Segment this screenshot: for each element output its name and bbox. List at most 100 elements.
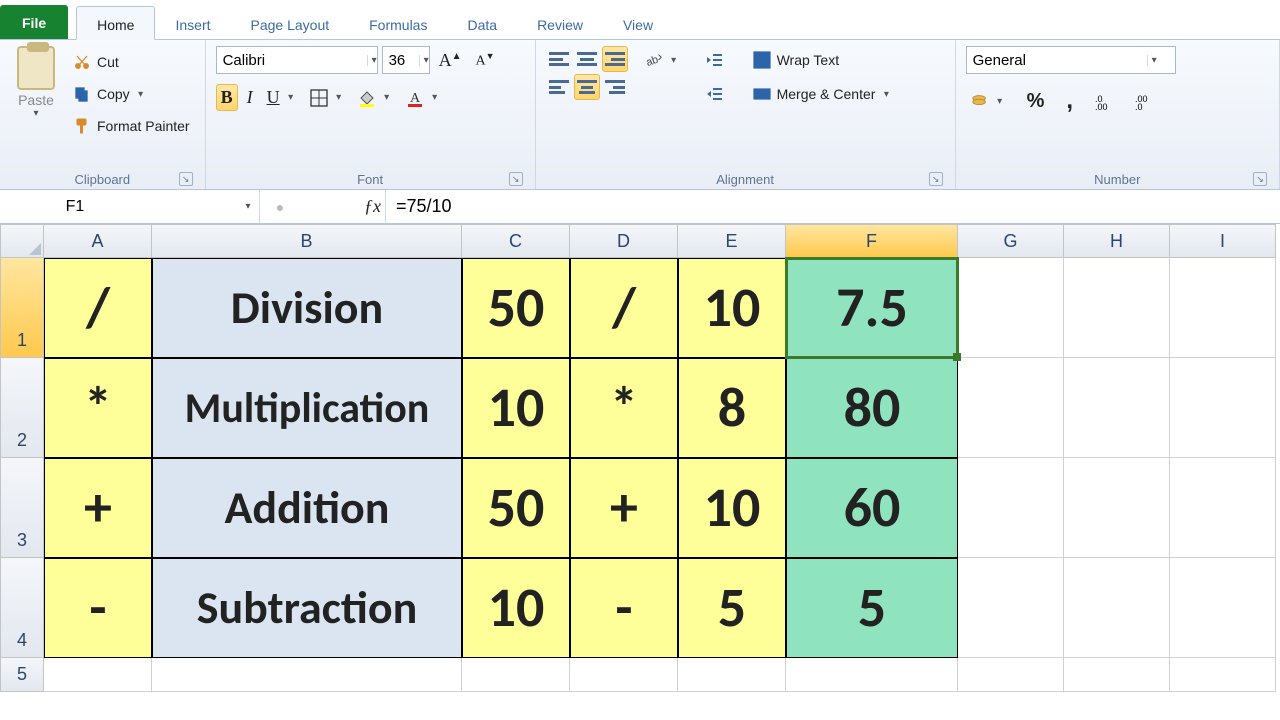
cell-i2[interactable]	[1170, 358, 1276, 458]
cell-i1[interactable]	[1170, 258, 1276, 358]
cell-a1[interactable]: /	[44, 258, 152, 358]
number-format-combo[interactable]: ▾	[966, 46, 1176, 74]
comma-style-button[interactable]: ,	[1061, 84, 1078, 118]
formula-input[interactable]	[386, 190, 1280, 223]
chevron-down-icon[interactable]: ▾	[334, 92, 344, 103]
chevron-down-icon[interactable]: ▾	[31, 108, 41, 119]
cell-i5[interactable]	[1170, 658, 1276, 692]
cell-f3[interactable]: 60	[786, 458, 958, 558]
cell-c5[interactable]	[462, 658, 570, 692]
col-header-i[interactable]: I	[1170, 224, 1276, 258]
col-header-e[interactable]: E	[678, 224, 786, 258]
name-box[interactable]: ▾	[0, 190, 260, 223]
borders-button[interactable]: ▾	[305, 86, 349, 110]
cell-d4[interactable]: -	[570, 558, 678, 658]
col-header-b[interactable]: B	[152, 224, 462, 258]
cell-b1[interactable]: Division	[152, 258, 462, 358]
cell-g2[interactable]	[958, 358, 1064, 458]
cell-e3[interactable]: 10	[678, 458, 786, 558]
align-center-button[interactable]	[574, 74, 600, 100]
align-middle-button[interactable]	[574, 46, 600, 72]
cell-a5[interactable]	[44, 658, 152, 692]
tab-home[interactable]: Home	[76, 6, 155, 40]
col-header-h[interactable]: H	[1064, 224, 1170, 258]
cell-c1[interactable]: 50	[462, 258, 570, 358]
wrap-text-button[interactable]: abcWrap Text	[748, 48, 897, 72]
cell-c3[interactable]: 50	[462, 458, 570, 558]
chevron-down-icon[interactable]: ▾	[995, 96, 1005, 107]
chevron-down-icon[interactable]: ▾	[286, 92, 296, 103]
col-header-g[interactable]: G	[958, 224, 1064, 258]
cell-b3[interactable]: Addition	[152, 458, 462, 558]
bold-button[interactable]: B	[216, 84, 238, 111]
row-header-5[interactable]: 5	[0, 658, 44, 692]
increase-indent-button[interactable]	[700, 82, 728, 106]
col-header-a[interactable]: A	[44, 224, 152, 258]
format-painter-button[interactable]: Format Painter	[68, 114, 195, 138]
align-right-button[interactable]	[602, 74, 628, 100]
chevron-down-icon[interactable]: ▾	[669, 55, 679, 66]
cell-c2[interactable]: 10	[462, 358, 570, 458]
tab-formulas[interactable]: Formulas	[349, 7, 447, 39]
cell-a3[interactable]: +	[44, 458, 152, 558]
tab-view[interactable]: View	[603, 7, 673, 39]
cell-g3[interactable]	[958, 458, 1064, 558]
dialog-launcher-icon[interactable]: ↘	[179, 172, 193, 186]
cell-h2[interactable]	[1064, 358, 1170, 458]
chevron-down-icon[interactable]: ▾	[430, 92, 440, 103]
dialog-launcher-icon[interactable]: ↘	[509, 172, 523, 186]
cell-b2[interactable]: Multiplication	[152, 358, 462, 458]
tab-insert[interactable]: Insert	[155, 7, 230, 39]
cell-f4[interactable]: 5	[786, 558, 958, 658]
chevron-down-icon[interactable]: ▾	[382, 92, 392, 103]
tab-file[interactable]: File	[0, 5, 68, 39]
cell-i4[interactable]	[1170, 558, 1276, 658]
decrease-indent-button[interactable]	[700, 48, 728, 72]
cell-d3[interactable]: +	[570, 458, 678, 558]
chevron-down-icon[interactable]: ▾	[136, 89, 146, 100]
cell-h4[interactable]	[1064, 558, 1170, 658]
chevron-down-icon[interactable]: ▾	[367, 55, 377, 66]
cell-d5[interactable]	[570, 658, 678, 692]
col-header-d[interactable]: D	[570, 224, 678, 258]
italic-button[interactable]: I	[242, 84, 258, 111]
row-header-3[interactable]: 3	[0, 458, 44, 558]
fill-color-button[interactable]: ▾	[353, 86, 397, 110]
cell-e4[interactable]: 5	[678, 558, 786, 658]
cell-d2[interactable]: *	[570, 358, 678, 458]
row-header-4[interactable]: 4	[0, 558, 44, 658]
select-all-corner[interactable]	[0, 224, 44, 258]
font-size-combo[interactable]: ▾	[382, 46, 430, 74]
cell-h3[interactable]	[1064, 458, 1170, 558]
chevron-down-icon[interactable]: ▾	[243, 201, 253, 212]
cell-g5[interactable]	[958, 658, 1064, 692]
copy-button[interactable]: Copy ▾	[68, 82, 195, 106]
merge-center-button[interactable]: Merge & Center▾	[748, 82, 897, 106]
grow-font-button[interactable]: A▲	[434, 47, 467, 74]
dialog-launcher-icon[interactable]: ↘	[1253, 172, 1267, 186]
cell-e2[interactable]: 8	[678, 358, 786, 458]
cell-e1[interactable]: 10	[678, 258, 786, 358]
cell-h1[interactable]	[1064, 258, 1170, 358]
dialog-launcher-icon[interactable]: ↘	[929, 172, 943, 186]
paste-button[interactable]: Paste ▾	[10, 46, 62, 119]
cell-g4[interactable]	[958, 558, 1064, 658]
cell-b4[interactable]: Subtraction	[152, 558, 462, 658]
chevron-down-icon[interactable]: ▾	[881, 89, 891, 100]
shrink-font-button[interactable]: A▼	[471, 48, 500, 73]
underline-button[interactable]: U▾	[262, 84, 301, 111]
font-color-button[interactable]: A▾	[401, 86, 445, 110]
cell-f1[interactable]: 7.5	[786, 258, 958, 358]
tab-page-layout[interactable]: Page Layout	[231, 7, 350, 39]
align-left-button[interactable]	[546, 74, 572, 100]
decrease-decimal-button[interactable]: .00.0	[1130, 89, 1158, 113]
cell-a4[interactable]: -	[44, 558, 152, 658]
increase-decimal-button[interactable]: .0.00	[1090, 89, 1118, 113]
cell-i3[interactable]	[1170, 458, 1276, 558]
percent-button[interactable]: %	[1022, 87, 1050, 116]
col-header-f[interactable]: F	[786, 224, 958, 258]
cell-h5[interactable]	[1064, 658, 1170, 692]
align-bottom-button[interactable]	[602, 46, 628, 72]
chevron-down-icon[interactable]: ▾	[1147, 55, 1157, 66]
cell-d1[interactable]: /	[570, 258, 678, 358]
